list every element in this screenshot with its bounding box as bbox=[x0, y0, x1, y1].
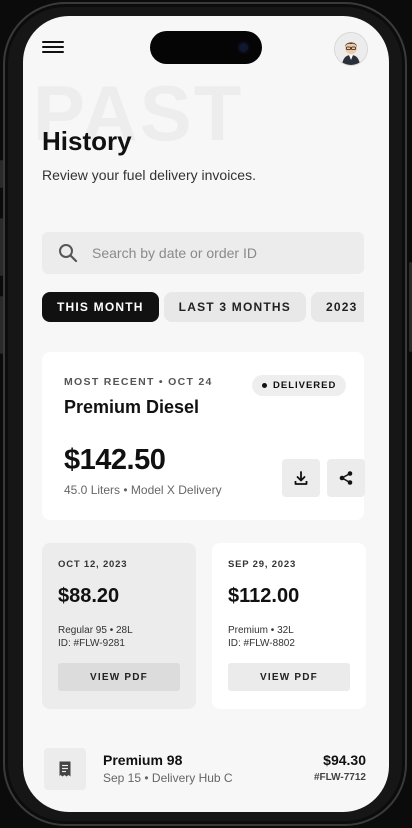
receipt-icon bbox=[44, 748, 86, 790]
tab-last-3-months[interactable]: LAST 3 MONTHS bbox=[163, 292, 306, 322]
featured-meta: 45.0 Liters • Model X Delivery bbox=[64, 483, 222, 497]
list-item-amount: $94.30 bbox=[323, 752, 366, 768]
search-icon bbox=[59, 244, 78, 263]
invoice-card[interactable]: SEP 29, 2023 $112.00 Premium • 32L ID: #… bbox=[212, 543, 366, 709]
view-pdf-button[interactable]: VIEW PDF bbox=[58, 663, 180, 691]
invoice-date: SEP 29, 2023 bbox=[228, 559, 297, 570]
invoice-order-id: ID: #FLW-9281 bbox=[58, 638, 125, 649]
invoice-order-id: ID: #FLW-8802 bbox=[228, 638, 295, 649]
download-button[interactable] bbox=[282, 459, 320, 497]
invoice-amount: $112.00 bbox=[228, 585, 300, 607]
share-icon bbox=[339, 471, 353, 485]
search-bar[interactable] bbox=[42, 232, 364, 274]
search-input[interactable] bbox=[90, 244, 354, 262]
view-pdf-button[interactable]: VIEW PDF bbox=[228, 663, 350, 691]
app-screen: PAST History Review your fuel delivery i… bbox=[23, 16, 389, 812]
list-item-subtitle: Sep 15 • Delivery Hub C bbox=[103, 771, 233, 785]
phone-device: PAST History Review your fuel delivery i… bbox=[0, 0, 412, 828]
list-item-order-id: #FLW-7712 bbox=[313, 772, 366, 783]
share-button[interactable] bbox=[327, 459, 365, 497]
featured-product-name: Premium Diesel bbox=[64, 397, 200, 417]
featured-price: $142.50 bbox=[64, 444, 166, 476]
download-icon bbox=[294, 471, 308, 485]
featured-invoice-card[interactable]: MOST RECENT • OCT 24 DELIVERED Premium D… bbox=[42, 352, 365, 520]
tab-this-month[interactable]: THIS MONTH bbox=[42, 292, 159, 322]
invoice-card[interactable]: OCT 12, 2023 $88.20 Regular 95 • 28L ID:… bbox=[42, 543, 196, 709]
page-subtitle: Review your fuel delivery invoices. bbox=[42, 167, 256, 183]
status-badge: DELIVERED bbox=[252, 375, 347, 396]
list-item-title: Premium 98 bbox=[103, 752, 183, 768]
featured-eyebrow: MOST RECENT • OCT 24 bbox=[64, 376, 213, 388]
menu-icon[interactable] bbox=[42, 38, 64, 56]
filter-tabs: THIS MONTH LAST 3 MONTHS 2023 bbox=[42, 292, 364, 322]
status-label: DELIVERED bbox=[273, 380, 337, 391]
invoice-amount: $88.20 bbox=[58, 585, 120, 607]
list-item[interactable]: Premium 98 Sep 15 • Delivery Hub C $94.3… bbox=[42, 742, 370, 798]
user-avatar-icon bbox=[335, 33, 367, 65]
invoice-date: OCT 12, 2023 bbox=[58, 559, 128, 570]
tab-2023[interactable]: 2023 bbox=[310, 292, 364, 322]
camera-icon bbox=[239, 43, 248, 52]
avatar[interactable] bbox=[334, 32, 368, 66]
invoice-detail: Regular 95 • 28L bbox=[58, 625, 133, 636]
invoice-detail: Premium • 32L bbox=[228, 625, 294, 636]
status-dot-icon bbox=[262, 383, 267, 388]
dynamic-island bbox=[150, 31, 262, 64]
page-title: History bbox=[42, 126, 132, 156]
